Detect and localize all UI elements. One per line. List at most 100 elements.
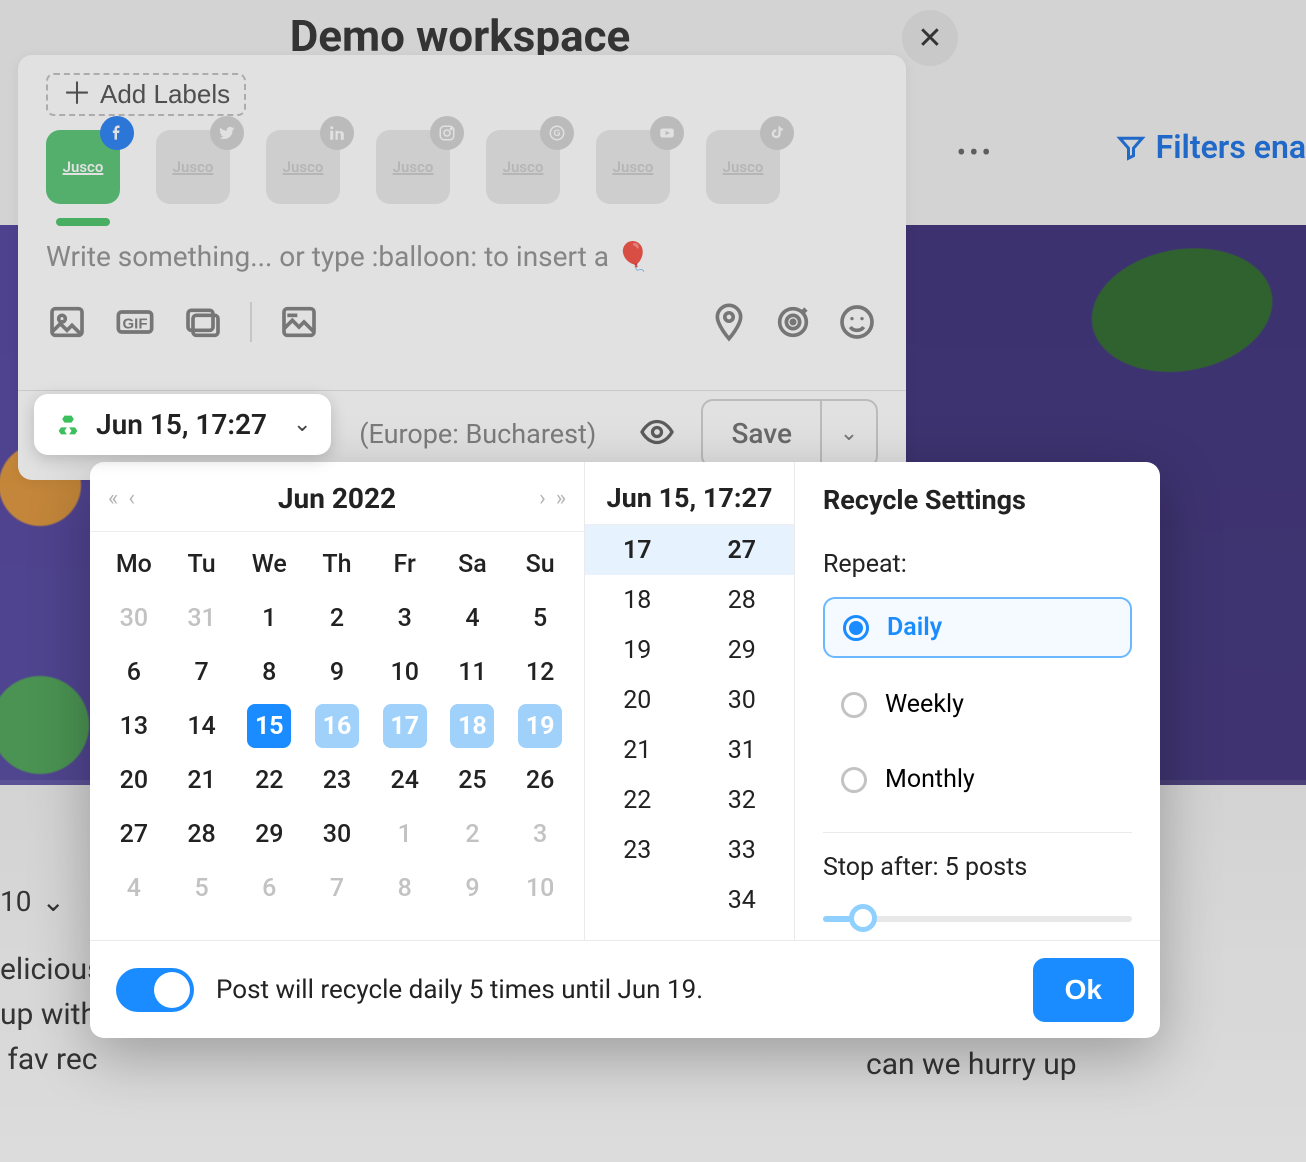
calendar-day-cell[interactable]: 22 [235,753,303,807]
account-linkedin[interactable]: Jusco [266,130,340,204]
calendar-day-number: 23 [315,758,359,802]
calendar-day-cell[interactable]: 28 [168,807,236,861]
alt-image-icon[interactable] [278,301,320,343]
account-youtube[interactable]: Jusco [596,130,670,204]
calendar-day-number: 2 [450,812,494,856]
calendar-title[interactable]: Jun 2022 [278,482,396,515]
calendar-day-cell[interactable]: 4 [100,861,168,915]
minute-option[interactable]: 29 [690,625,795,675]
calendar-day-cell[interactable]: 2 [439,807,507,861]
minute-option[interactable]: 31 [690,725,795,775]
calendar-day-cell[interactable]: 10 [371,645,439,699]
gif-icon[interactable]: GIF [114,301,156,343]
chevron-down-icon: ⌄ [293,412,311,437]
account-instagram[interactable]: Jusco [376,130,450,204]
repeat-radio-group: Daily Weekly Monthly [823,597,1132,808]
hour-option[interactable]: 21 [585,725,690,775]
calendar-day-cell[interactable]: 14 [168,699,236,753]
hour-option[interactable]: 22 [585,775,690,825]
target-icon[interactable] [772,301,814,343]
calendar-next-month-icon[interactable]: › [539,486,546,511]
calendar-day-cell[interactable]: 30 [100,591,168,645]
calendar-day-cell[interactable]: 3 [371,591,439,645]
account-google[interactable]: Jusco G [486,130,560,204]
calendar-next-year-icon[interactable]: » [556,486,566,511]
save-split-button[interactable]: Save ⌄ [701,399,878,468]
calendar-day-cell[interactable]: 15 [235,699,303,753]
minutes-column[interactable]: 2728293031323334 [690,525,795,940]
repeat-option-monthly[interactable]: Monthly [823,751,1132,808]
image-upload-icon[interactable] [46,301,88,343]
recycle-toggle[interactable] [116,968,194,1012]
calendar-day-cell[interactable]: 16 [303,699,371,753]
slider-thumb[interactable] [849,904,877,932]
calendar-day-cell[interactable]: 17 [371,699,439,753]
calendar-prev-month-icon[interactable]: ‹ [128,486,135,511]
minute-option[interactable]: 34 [690,875,795,925]
calendar-day-cell[interactable]: 9 [303,645,371,699]
calendar-day-cell[interactable]: 2 [303,591,371,645]
calendar-day-cell[interactable]: 19 [506,699,574,753]
calendar-day-cell[interactable]: 20 [100,753,168,807]
calendar-day-cell[interactable]: 21 [168,753,236,807]
calendar-day-cell[interactable]: 27 [100,807,168,861]
calendar-day-cell[interactable]: 10 [506,861,574,915]
calendar-day-cell[interactable]: 8 [371,861,439,915]
account-tiktok[interactable]: Jusco [706,130,780,204]
calendar-day-cell[interactable]: 23 [303,753,371,807]
calendar-day-number: 2 [315,596,359,640]
calendar-day-cell[interactable]: 24 [371,753,439,807]
minute-option[interactable]: 32 [690,775,795,825]
location-pin-icon[interactable] [708,301,750,343]
minute-option[interactable]: 30 [690,675,795,725]
calendar-day-cell[interactable]: 11 [439,645,507,699]
add-labels-button[interactable]: ＋ Add Labels [46,73,246,116]
calendar-day-cell[interactable]: 4 [439,591,507,645]
hour-option[interactable]: 20 [585,675,690,725]
calendar-day-cell[interactable]: 5 [506,591,574,645]
calendar-day-cell[interactable]: 7 [303,861,371,915]
hour-option[interactable]: 18 [585,575,690,625]
minute-option[interactable]: 27 [690,525,795,575]
account-twitter[interactable]: Jusco [156,130,230,204]
timezone-text: (Europe: Bucharest) [359,418,596,450]
calendar-day-cell[interactable]: 29 [235,807,303,861]
calendar-day-cell[interactable]: 12 [506,645,574,699]
hours-column[interactable]: 17181920212223 [585,525,690,940]
minute-option[interactable]: 33 [690,825,795,875]
save-dropdown-chevron[interactable]: ⌄ [820,401,876,466]
hour-option[interactable]: 19 [585,625,690,675]
calendar-day-cell[interactable]: 5 [168,861,236,915]
schedule-date-text: Jun 15, 17:27 [96,408,267,441]
calendar-day-cell[interactable]: 26 [506,753,574,807]
calendar-day-cell[interactable]: 25 [439,753,507,807]
calendar-day-cell[interactable]: 30 [303,807,371,861]
calendar-day-cell[interactable]: 3 [506,807,574,861]
calendar-day-cell[interactable]: 7 [168,645,236,699]
ok-button[interactable]: Ok [1033,958,1134,1022]
radio-circle-icon [841,692,867,718]
calendar-day-cell[interactable]: 31 [168,591,236,645]
calendar-day-cell[interactable]: 1 [235,591,303,645]
calendar-day-cell[interactable]: 8 [235,645,303,699]
calendar-day-cell[interactable]: 13 [100,699,168,753]
calendar-day-cell[interactable]: 1 [371,807,439,861]
hour-option[interactable]: 23 [585,825,690,875]
emoji-icon[interactable] [836,301,878,343]
minute-option[interactable]: 28 [690,575,795,625]
hour-option[interactable]: 17 [585,525,690,575]
account-facebook[interactable]: Jusco [46,130,120,204]
stop-after-slider[interactable] [823,908,1132,930]
calendar-prev-year-icon[interactable]: « [108,486,118,511]
calendar-day-cell[interactable]: 6 [100,645,168,699]
media-library-icon[interactable] [182,301,224,343]
preview-eye-icon[interactable] [639,414,675,454]
calendar-day-cell[interactable]: 6 [235,861,303,915]
repeat-option-weekly[interactable]: Weekly [823,676,1132,733]
calendar-day-number: 21 [180,758,224,802]
repeat-option-daily[interactable]: Daily [823,597,1132,658]
compose-textarea[interactable]: Write something... or type :balloon: to … [46,240,878,273]
calendar-day-cell[interactable]: 18 [439,699,507,753]
calendar-day-cell[interactable]: 9 [439,861,507,915]
schedule-date-button[interactable]: Jun 15, 17:27 ⌄ [34,394,331,455]
